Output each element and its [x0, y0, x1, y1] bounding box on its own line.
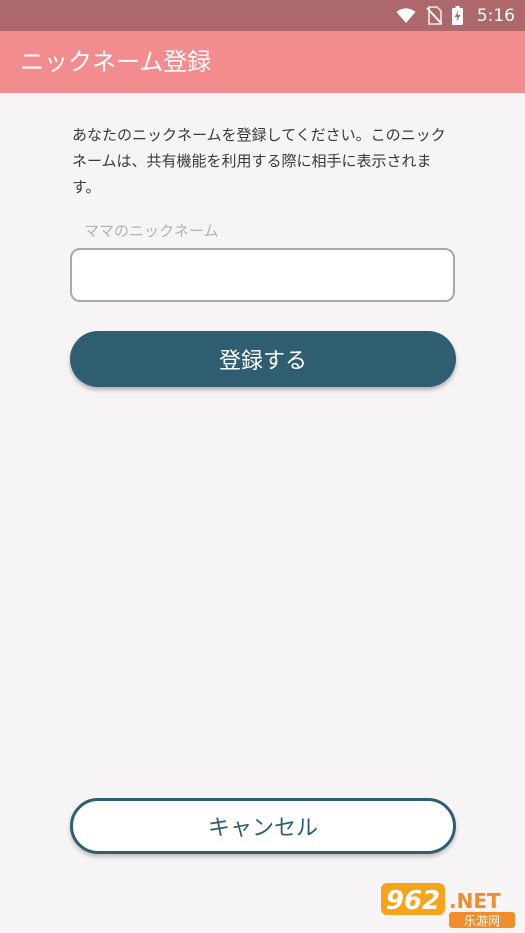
status-time: 5:16: [476, 5, 515, 26]
site-watermark-logo: 962 .NET 乐游网: [381, 881, 519, 929]
page-title: ニックネーム登録: [20, 48, 212, 76]
app-bar: ニックネーム登録: [0, 31, 525, 93]
battery-charging-icon: [451, 6, 463, 25]
intro-text: あなたのニックネームを登録してください。このニックネームは、共有機能を利用する際…: [72, 126, 446, 196]
nickname-label: ママのニックネーム: [84, 222, 219, 240]
status-icons: 5:16: [396, 0, 515, 31]
wifi-icon: [396, 7, 416, 24]
no-sim-icon: [426, 6, 442, 25]
status-bar: 5:16: [0, 0, 525, 31]
register-button[interactable]: 登録する: [70, 331, 456, 387]
svg-text:.NET: .NET: [449, 889, 501, 913]
nickname-input[interactable]: [70, 248, 455, 302]
cancel-button[interactable]: キャンセル: [70, 798, 456, 854]
svg-text:乐游网: 乐游网: [464, 914, 500, 928]
svg-text:962: 962: [386, 886, 440, 916]
